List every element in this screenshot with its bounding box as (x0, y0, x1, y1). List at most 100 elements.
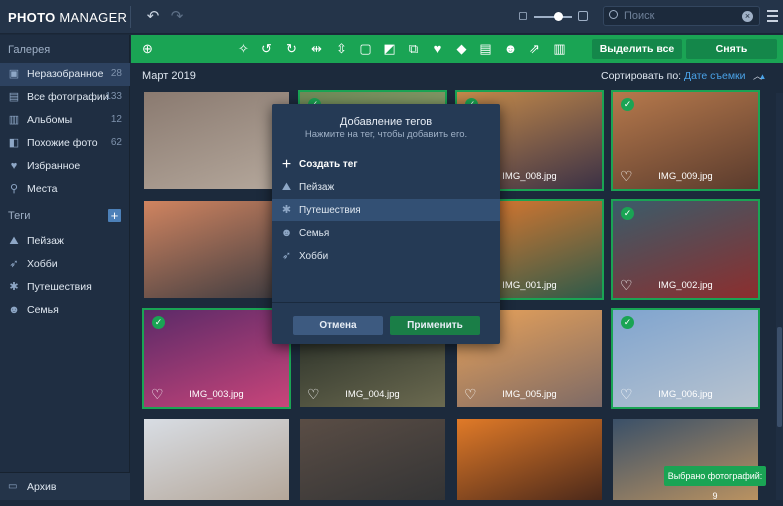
share-icon[interactable]: ⇗ (526, 40, 543, 57)
photo-thumbnail[interactable] (142, 199, 291, 300)
sidebar-tag-travel[interactable]: ✱ Путешествия (0, 276, 130, 299)
select-all-button[interactable]: Выделить все (592, 39, 682, 59)
deselect-button[interactable]: Снять выделение (686, 39, 777, 75)
sidebar-item-favorites[interactable]: ♥ Избранное (0, 155, 130, 178)
palm-tree-icon: ✱ (9, 281, 19, 293)
sort-control[interactable]: Сортировать по: Дате съемки ▲ (601, 70, 766, 82)
dialog-tag-hobby[interactable]: ➶ Хобби (272, 245, 500, 267)
photo-thumbnail[interactable] (142, 90, 291, 191)
photo-image (613, 419, 758, 500)
photo-filename: IMG_005.jpg (502, 389, 557, 400)
sidebar-item-similar[interactable]: ◧ Похожие фото 62 (0, 132, 130, 155)
sidebar-tag-hobby[interactable]: ➶ Хобби (0, 253, 130, 276)
landscape-icon: ⛰ (9, 235, 19, 247)
rotate-left-icon[interactable]: ↺ (258, 40, 275, 57)
apply-button[interactable]: Применить (390, 316, 480, 335)
dialog-tag-label: Пейзаж (299, 182, 335, 193)
sidebar-item-label: Альбомы (27, 114, 73, 126)
sidebar-item-label: Неразобранное (27, 68, 104, 80)
magic-wand-icon[interactable]: ✧ (235, 40, 252, 57)
sidebar-tag-landscape[interactable]: ⛰ Пейзаж (0, 230, 130, 253)
divider (130, 6, 131, 28)
clear-search-icon[interactable]: × (742, 11, 753, 22)
zoom-out-icon[interactable] (519, 12, 527, 20)
import-icon[interactable]: ⊕ (139, 40, 156, 57)
dialog-tag-family[interactable]: ☻ Семья (272, 222, 500, 244)
dialog-tag-label: Хобби (299, 251, 329, 262)
sidebar-item-label: Семья (27, 304, 59, 316)
photo-thumbnail[interactable]: ✓ ♡ IMG_002.jpg (611, 199, 760, 300)
scrollbar-thumb[interactable] (777, 327, 782, 427)
checkmark-icon[interactable]: ✓ (621, 316, 634, 329)
albums-icon: ▥ (8, 114, 20, 126)
sidebar-item-label: Места (27, 183, 58, 195)
menu-icon[interactable] (767, 10, 778, 23)
create-tag-item[interactable]: + Создать тег (272, 153, 500, 175)
tag-icon[interactable]: ◆ (453, 40, 470, 57)
photo-thumbnail[interactable] (142, 417, 291, 500)
family-icon: ☻ (280, 227, 293, 239)
sidebar-tag-family[interactable]: ☻ Семья (0, 299, 130, 322)
zoom-in-icon[interactable] (578, 11, 588, 21)
rocket-icon: ➶ (281, 250, 292, 262)
sidebar-item-label: Пейзаж (27, 235, 64, 247)
zoom-track[interactable] (534, 16, 572, 18)
resize-icon[interactable]: ◩ (381, 40, 398, 57)
search-box[interactable]: × (603, 6, 760, 26)
dialog-tag-travel[interactable]: ✱ Путешествия (272, 199, 500, 221)
plus-icon: + (281, 156, 292, 173)
sidebar-item-unsorted[interactable]: ▣ Неразобранное 28 (0, 63, 130, 86)
cancel-button[interactable]: Отмена (293, 316, 383, 335)
flip-vertical-icon[interactable]: ⇳ (333, 40, 350, 57)
collapse-icon[interactable]: ︿ (753, 69, 762, 82)
trash-icon[interactable]: ▥ (551, 40, 568, 57)
favorite-icon[interactable]: ♥ (429, 40, 446, 57)
photo-thumbnail[interactable]: ✓ ♡ IMG_006.jpg (611, 308, 760, 409)
photo-thumbnail[interactable]: ✓ ♡ IMG_003.jpg (142, 308, 291, 409)
sidebar-item-albums[interactable]: ▥ Альбомы 12 (0, 109, 130, 132)
photo-image (457, 419, 602, 500)
family-icon: ☻ (8, 304, 20, 316)
sort-value[interactable]: Дате съемки (684, 70, 746, 82)
scrollbar[interactable] (776, 93, 783, 500)
unsorted-icon: ▣ (8, 68, 20, 80)
dialog-subtitle: Нажмите на тег, чтобы добавить его. (304, 129, 468, 140)
zoom-knob[interactable] (554, 12, 563, 21)
sidebar-item-places[interactable]: ⚲ Места (0, 178, 130, 201)
sidebar-item-label: Все фотографии (27, 91, 109, 103)
sidebar-item-archive[interactable]: ▭ Архив (0, 472, 130, 500)
search-icon (609, 10, 618, 19)
sidebar-item-label: Хобби (27, 258, 58, 270)
checkmark-icon[interactable]: ✓ (621, 207, 634, 220)
photo-filename: IMG_009.jpg (658, 171, 713, 182)
rotate-right-icon[interactable]: ↻ (283, 40, 300, 57)
crop-icon[interactable]: ▢ (357, 40, 374, 57)
top-bar: PHOTO MANAGER ↶ ↷ × (0, 0, 783, 34)
flip-horizontal-icon[interactable]: ⇹ (308, 40, 325, 57)
search-input[interactable] (624, 9, 734, 23)
dialog-tag-landscape[interactable]: ⛰ Пейзаж (272, 176, 500, 198)
rocket-icon: ➶ (9, 258, 19, 270)
undo-icon[interactable]: ↶ (144, 8, 162, 26)
zoom-slider[interactable] (518, 11, 590, 23)
dialog-tag-label: Путешествия (299, 205, 361, 216)
photo-thumbnail[interactable] (455, 417, 604, 500)
sidebar-item-label: Архив (27, 481, 57, 493)
album-icon[interactable]: ▤ (477, 40, 494, 57)
photo-thumbnail[interactable]: ✓ ♡ IMG_009.jpg (611, 90, 760, 191)
add-tag-button[interactable]: + (108, 209, 121, 222)
photo-thumbnail[interactable] (298, 417, 447, 500)
sidebar-item-all-photos[interactable]: ▤ Все фотографии 133 (0, 86, 130, 109)
photo-image (144, 419, 289, 500)
photo-thumbnail[interactable] (611, 417, 760, 500)
heart-icon: ♥ (10, 160, 18, 172)
selection-count-toast: Выбрано фотографий: 9 (664, 466, 766, 501)
tags-header: Теги (8, 210, 31, 222)
checkmark-icon[interactable]: ✓ (621, 98, 634, 111)
people-icon[interactable]: ☻ (502, 40, 519, 57)
convert-icon[interactable]: ⧉ (405, 40, 422, 57)
redo-icon[interactable]: ↷ (168, 8, 186, 26)
dialog-divider (272, 302, 500, 303)
dialog-title: Добавление тегов (339, 116, 433, 128)
checkmark-icon[interactable]: ✓ (152, 316, 165, 329)
